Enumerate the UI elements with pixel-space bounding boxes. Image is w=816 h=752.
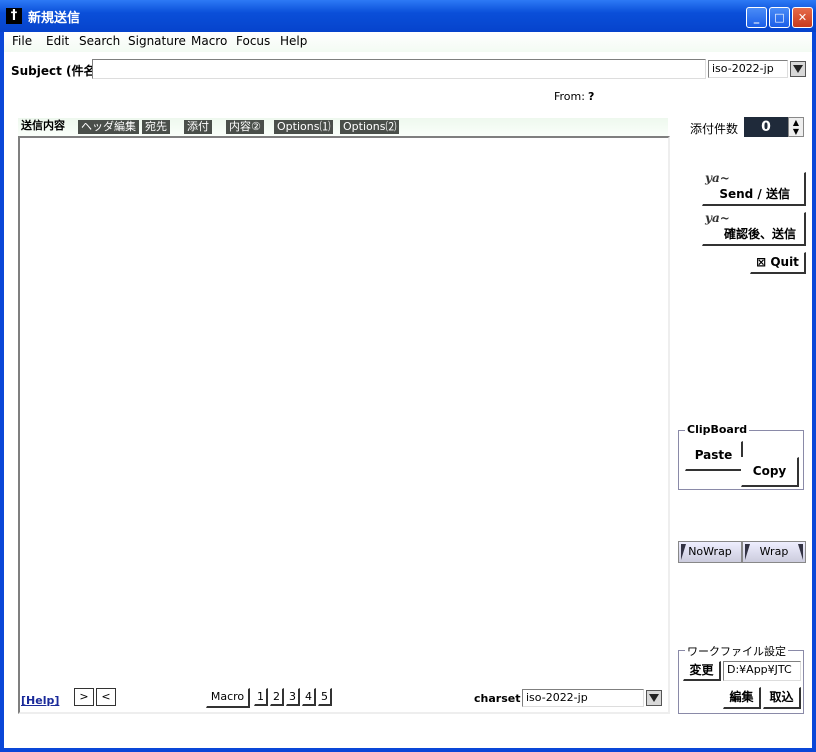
tab-attach[interactable]: 添付 xyxy=(184,120,212,134)
send-button-label: Send / 送信 xyxy=(719,187,790,201)
macro-5-button[interactable]: 5 xyxy=(318,688,332,706)
maximize-button[interactable]: □ xyxy=(769,7,790,28)
quit-button[interactable]: ⊠ Quit xyxy=(750,252,806,274)
confirm-send-label: 確認後、送信 xyxy=(723,227,796,241)
macro-3-button[interactable]: 3 xyxy=(286,688,300,706)
tab-options2[interactable]: Options⑵ xyxy=(340,120,400,134)
subject-charset-dropdown-icon[interactable] xyxy=(790,61,806,77)
next-button[interactable]: > xyxy=(74,688,94,706)
clipboard-label: ClipBoard xyxy=(685,423,750,436)
attach-count-spinner[interactable]: ▲ ▼ xyxy=(788,117,804,137)
menu-help[interactable]: Help xyxy=(280,34,307,48)
from-label: From: xyxy=(554,90,585,103)
macro-button[interactable]: Macro xyxy=(206,688,250,708)
window: † 新規送信 _ □ ✕ File Edit Search Signature … xyxy=(0,0,816,752)
client-area: File Edit Search Signature Macro Focus H… xyxy=(4,32,812,748)
confirm-send-button[interactable]: ya~ 確認後、送信 xyxy=(702,211,806,246)
message-body-editor[interactable] xyxy=(18,136,670,714)
body-charset-select[interactable]: iso-2022-jp xyxy=(522,689,644,707)
workfile-label: ワークファイル設定 xyxy=(685,643,788,659)
tab-recipients[interactable]: 宛先 xyxy=(142,120,170,134)
workfile-import-button[interactable]: 取込 xyxy=(763,687,801,709)
attach-count-value[interactable]: 0 xyxy=(744,117,788,137)
macro-4-button[interactable]: 4 xyxy=(302,688,316,706)
help-link[interactable]: [Help] xyxy=(21,694,59,707)
macro-1-button[interactable]: 1 xyxy=(254,688,268,706)
nowrap-button[interactable]: NoWrap xyxy=(678,541,742,563)
menu-bar: File Edit Search Signature Macro Focus H… xyxy=(4,32,812,52)
subject-label: Subject (件名) xyxy=(11,64,102,78)
from-value: ? xyxy=(588,90,595,103)
menu-file[interactable]: File xyxy=(12,34,32,48)
attach-count-label: 添付件数 xyxy=(690,122,739,136)
subject-input[interactable] xyxy=(92,59,706,79)
confirm-send-icon: ya~ xyxy=(705,211,730,225)
clipboard-group: ClipBoard Paste Copy xyxy=(678,423,804,490)
send-icon: ya~ xyxy=(705,171,730,185)
charset-label: charset xyxy=(474,692,521,705)
wrap-label: Wrap xyxy=(759,545,789,558)
wrap-button[interactable]: Wrap xyxy=(742,541,806,563)
title-bar[interactable]: † 新規送信 _ □ ✕ xyxy=(0,0,816,32)
quit-icon: ⊠ xyxy=(756,255,767,269)
paste-button[interactable]: Paste xyxy=(685,441,743,471)
tab-content2[interactable]: 内容② xyxy=(226,120,264,134)
nowrap-icon xyxy=(681,544,686,560)
window-title: 新規送信 xyxy=(28,11,81,26)
menu-focus[interactable]: Focus xyxy=(236,34,270,48)
wrap-right-icon xyxy=(798,544,803,560)
tab-send-content[interactable]: 送信内容 xyxy=(18,118,68,136)
subject-charset-select[interactable]: iso-2022-jp xyxy=(708,60,788,78)
wrap-left-icon xyxy=(745,544,750,560)
tab-header-edit[interactable]: ヘッダ編集 xyxy=(78,120,139,134)
workfile-change-button[interactable]: 変更 xyxy=(683,661,721,681)
macro-2-button[interactable]: 2 xyxy=(270,688,284,706)
tab-bar: 送信内容 ヘッダ編集 宛先 添付 内容② Options⑴ Options⑵ xyxy=(18,118,668,136)
workfile-group: ワークファイル設定 変更 D:¥App¥JTC 編集 取込 xyxy=(678,643,804,714)
prev-button[interactable]: < xyxy=(96,688,116,706)
copy-button[interactable]: Copy xyxy=(741,457,799,487)
workfile-path-field[interactable]: D:¥App¥JTC xyxy=(723,661,801,681)
menu-signature[interactable]: Signature xyxy=(128,34,186,48)
menu-search[interactable]: Search xyxy=(79,34,120,48)
nowrap-label: NoWrap xyxy=(688,545,732,558)
tab-options1[interactable]: Options⑴ xyxy=(274,120,334,134)
menu-macro[interactable]: Macro xyxy=(191,34,227,48)
close-button[interactable]: ✕ xyxy=(792,7,813,28)
menu-edit[interactable]: Edit xyxy=(46,34,69,48)
app-icon[interactable]: † xyxy=(6,8,22,24)
workfile-edit-button[interactable]: 編集 xyxy=(723,687,761,709)
send-button[interactable]: ya~ Send / 送信 xyxy=(702,171,806,206)
quit-label: Quit xyxy=(770,255,799,269)
minimize-button[interactable]: _ xyxy=(746,7,767,28)
body-charset-dropdown-icon[interactable] xyxy=(646,690,662,706)
